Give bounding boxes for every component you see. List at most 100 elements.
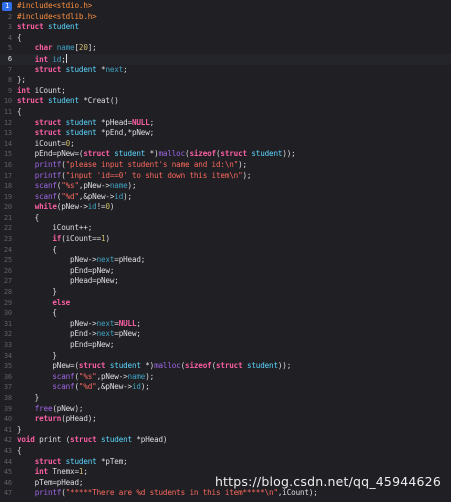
code-line[interactable]: 2 #include<stdlib.h> (0, 12, 451, 23)
code-line[interactable]: 18 scanf("%s",pNew->name); (0, 181, 451, 192)
line-number[interactable]: 25 (0, 255, 12, 266)
code-line[interactable]: 17 printf("input 'id==0' to shut down th… (0, 171, 451, 182)
code-line[interactable]: 11 { (0, 107, 451, 118)
code-text: void print (struct student *pHead) (17, 435, 168, 445)
line-number[interactable]: 33 (0, 340, 12, 351)
code-line[interactable]: 23 if(iCount==1) (0, 234, 451, 245)
line-number[interactable]: 16 (0, 160, 12, 171)
line-number[interactable]: 44 (0, 457, 12, 468)
code-line[interactable]: 33 pEnd=pNew; (0, 340, 451, 351)
code-text: struct student *pHead=NULL; (34, 117, 155, 127)
code-line[interactable]: 28 } (0, 287, 451, 298)
code-line[interactable]: 31 pNew->next=NULL; (0, 319, 451, 330)
code-line[interactable]: 16 printf("please input student's name a… (0, 160, 451, 171)
line-number[interactable]: 26 (0, 266, 12, 277)
line-number[interactable]: 5 (0, 43, 12, 54)
line-number[interactable]: 46 (0, 478, 12, 489)
code-line[interactable]: 25 pNew->next=pHead; (0, 255, 451, 266)
line-number[interactable]: 23 (0, 234, 12, 245)
code-line[interactable]: 13 struct student *pEnd,*pNew; (0, 128, 451, 139)
code-line[interactable]: 38 } (0, 393, 451, 404)
line-number[interactable]: 29 (0, 298, 12, 309)
line-number[interactable]: 45 (0, 467, 12, 478)
line-number[interactable]: 7 (0, 65, 12, 76)
code-line[interactable]: 8}; (0, 75, 451, 86)
code-line[interactable]: 32 pEnd->next=pNew; (0, 329, 451, 340)
code-line[interactable]: 37 scanf("%d",&pNew->id); (0, 382, 451, 393)
code-line[interactable]: 44 struct student *pTem; (0, 457, 451, 468)
line-number[interactable]: 12 (0, 118, 12, 129)
code-line[interactable]: 30 { (0, 308, 451, 319)
code-line[interactable]: 19 scanf("%d",&pNew->id); (0, 192, 451, 203)
line-number[interactable]: 22 (0, 223, 12, 234)
code-line[interactable]: 39 free(pNew); (0, 404, 451, 415)
code-line[interactable]: 35 pNew=(struct student *)malloc(sizeof(… (0, 361, 451, 372)
line-number[interactable]: 17 (0, 171, 12, 182)
line-number[interactable]: 34 (0, 351, 12, 362)
line-number[interactable]: 38 (0, 393, 12, 404)
line-number[interactable]: 6 (0, 54, 12, 65)
code-line[interactable]: 36 scanf("%s",pNew->name); (0, 372, 451, 383)
line-number[interactable]: 18 (0, 181, 12, 192)
code-line[interactable]: 40 return(pHead); (0, 414, 451, 425)
code-line[interactable]: 42 void print (struct student *pHead) (0, 435, 451, 446)
code-line[interactable]: 15 pEnd=pNew=(struct student *)malloc(si… (0, 149, 451, 160)
line-number[interactable]: 15 (0, 149, 12, 160)
code-line[interactable]: 20 while(pNew->id!=0) (0, 202, 451, 213)
line-number[interactable]: 24 (0, 245, 12, 256)
line-number[interactable]: 41 (0, 425, 12, 436)
code-line[interactable]: 9 int iCount; (0, 86, 451, 97)
line-number[interactable]: 9 (0, 86, 12, 97)
line-number[interactable]: 19 (0, 192, 12, 203)
code-line[interactable]: 4{ (0, 33, 451, 44)
line-number[interactable]: 2 (0, 12, 12, 23)
code-line[interactable]: 5 char name[20]; (0, 43, 451, 54)
code-lines[interactable]: 1 #include<stdio.h> 2 #include<stdlib.h> 3 st… (0, 1, 451, 499)
code-editor[interactable]: 1 #include<stdio.h> 2 #include<stdlib.h> 3 st… (0, 0, 451, 502)
code-line[interactable]: 10 struct student *Creat() (0, 96, 451, 107)
code-line[interactable]: 24 { (0, 245, 451, 256)
code-line[interactable]: 43 { (0, 446, 451, 457)
code-line[interactable]: 41} (0, 425, 451, 436)
line-number[interactable]: 13 (0, 128, 12, 139)
line-number[interactable]: 27 (0, 276, 12, 287)
breakpoint-line-number[interactable]: 1 (2, 1, 12, 12)
line-number[interactable]: 39 (0, 404, 12, 415)
code-line[interactable]: 3 struct student (0, 22, 451, 33)
code-line[interactable]: 6 int id; (0, 53, 451, 65)
line-number[interactable]: 11 (0, 107, 12, 118)
code-line[interactable]: 12 struct student *pHead=NULL; (0, 118, 451, 129)
code-text: } (17, 350, 57, 360)
line-number[interactable]: 42 (0, 435, 12, 446)
line-number[interactable]: 36 (0, 372, 12, 383)
code-text: struct student (17, 22, 79, 32)
line-number[interactable]: 37 (0, 382, 12, 393)
code-line[interactable]: 22 iCount++; (0, 223, 451, 234)
line-number[interactable]: 3 (0, 22, 12, 33)
line-number[interactable]: 20 (0, 202, 12, 213)
code-text: pTem=pHead; (17, 477, 84, 487)
line-number[interactable]: 47 (0, 488, 12, 499)
line-number[interactable]: 14 (0, 139, 12, 150)
line-number[interactable]: 31 (0, 319, 12, 330)
line-number[interactable]: 21 (0, 213, 12, 224)
line-number[interactable]: 28 (0, 287, 12, 298)
line-number[interactable]: 35 (0, 361, 12, 372)
line-number[interactable]: 8 (0, 75, 12, 86)
code-line[interactable]: 26 pEnd=pNew; (0, 266, 451, 277)
code-line[interactable]: 7 struct student *next; (0, 65, 451, 76)
line-number[interactable]: 32 (0, 329, 12, 340)
code-line[interactable]: 27 pHead=pNew; (0, 276, 451, 287)
code-line[interactable]: 34 } (0, 351, 451, 362)
line-number[interactable]: 30 (0, 308, 12, 319)
code-line[interactable]: 21 { (0, 213, 451, 224)
code-line[interactable]: 29 else (0, 298, 451, 309)
line-number[interactable]: 43 (0, 446, 12, 457)
line-number[interactable]: 40 (0, 414, 12, 425)
code-line[interactable]: 14 iCount=0; (0, 139, 451, 150)
line-number[interactable]: 10 (0, 96, 12, 107)
code-line[interactable]: 47 printf("*****There are %d students in… (0, 488, 451, 499)
code-line[interactable]: 1 #include<stdio.h> (0, 1, 451, 12)
line-number[interactable]: 4 (0, 33, 12, 44)
code-text: free(pNew); (34, 403, 84, 413)
